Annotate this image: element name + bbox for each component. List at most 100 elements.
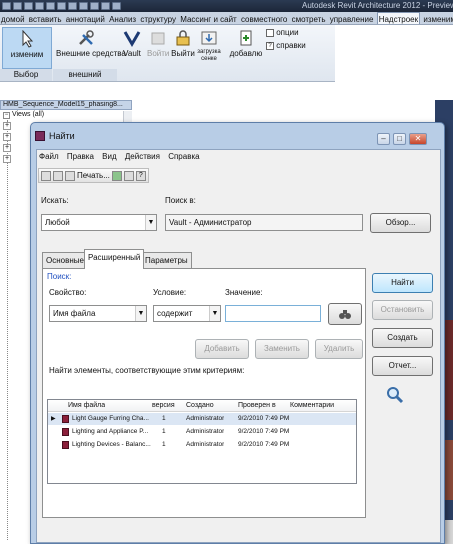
add-criteria-button[interactable]: Добавить [195,339,249,359]
cell-checked-in: 9/2/2010 7:49 PM [238,415,290,422]
cell-checked-in: 9/2/2010 7:49 PM [238,441,290,448]
dialog-titlebar: Найти [35,131,75,141]
external-tools-button[interactable]: Внешние средства [56,27,126,69]
table-row[interactable]: Lighting and Appliance P... 1 Administra… [48,426,356,438]
tab-addins[interactable]: Надстроек [376,12,421,24]
search-criteria-link[interactable]: Поиск: [47,272,71,281]
views-node-label: Views (all) [11,111,45,118]
expand-icon[interactable]: + [3,133,11,141]
stop-button[interactable]: Остановить [372,300,433,320]
tab-modify[interactable]: изменим [422,13,453,24]
open-icon[interactable] [41,170,51,181]
tab-analyze[interactable]: Анализ [108,13,137,24]
dialog-body: Файл Правка Вид Действия Справка Печать.… [36,149,441,543]
help-icon[interactable]: ? [135,170,146,181]
close-button[interactable]: ✕ [409,133,427,145]
tab-home[interactable]: домой [0,13,26,24]
menu-edit[interactable]: Правка [67,152,94,161]
options-button[interactable]: опции [266,28,299,38]
vault-icon [123,31,141,47]
property-select[interactable]: Имя файла ▼ [49,305,147,322]
redo-icon[interactable] [35,2,44,10]
tree-node-views[interactable]: − Views (all) [3,111,44,119]
browse-button[interactable]: Обзор... [370,213,431,233]
expand-icon[interactable]: + [3,144,11,152]
modify-button[interactable]: изменим [2,27,52,69]
maximize-button[interactable]: □ [393,133,406,145]
save-icon[interactable] [53,170,63,181]
tab-structure[interactable]: структуру [139,13,177,24]
open-icon[interactable] [2,2,11,10]
condition-select[interactable]: содержит ▼ [153,305,221,322]
column-comments[interactable]: Комментарии [290,400,334,412]
thin-lines-icon[interactable] [101,2,110,10]
help-button[interactable]: ? справки [266,41,306,51]
column-checked-in[interactable]: Проверен в [238,400,276,412]
menu-actions[interactable]: Действия [125,152,160,161]
menu-view[interactable]: Вид [102,152,116,161]
measure-icon[interactable] [46,2,55,10]
login-label: Войти [147,49,170,58]
magnifier-icon [387,387,404,404]
stop-icon[interactable] [123,170,134,181]
replace-criteria-button[interactable]: Заменить [255,339,309,359]
panel-label-select: Выбор [0,69,52,81]
text-icon[interactable] [68,2,77,10]
print-label[interactable]: Печать... [77,171,110,180]
quick-access-toolbar[interactable] [2,1,121,11]
external-tools-label: Внешние средства [56,49,126,58]
vault-button[interactable]: Vault [120,27,144,69]
tab-options[interactable]: Параметры [141,252,192,268]
refresh-icon[interactable] [111,170,122,181]
find-dialog: Найти – □ ✕ Файл Правка Вид Действия Спр… [30,122,445,544]
report-button[interactable]: Отчет... [372,356,433,376]
dialog-toolbar: Печать... ? [38,168,149,183]
find-now-button[interactable]: Найти [372,273,433,293]
remove-criteria-button[interactable]: Удалить [315,339,363,359]
close-hidden-icon[interactable] [112,2,121,10]
look-in-label: Поиск в: [165,196,196,205]
value-picker-button[interactable] [328,303,362,325]
dialog-title: Найти [49,131,75,141]
menu-file[interactable]: Файл [39,152,59,161]
table-row[interactable]: Lighting Devices - Balanc... 1 Administr… [48,439,356,451]
file-icon [62,428,69,436]
look-in-field[interactable]: Vault - Администратор [165,214,363,231]
add-button[interactable]: добавлю [228,27,264,69]
value-input[interactable] [225,305,321,322]
section-icon[interactable] [90,2,99,10]
column-file-name[interactable]: Имя файла [68,400,105,412]
tab-annotate[interactable]: аннотаций [65,13,106,24]
3d-view-icon[interactable] [79,2,88,10]
look-for-select[interactable]: Любой ▼ [41,214,157,231]
lock-icon [176,30,190,46]
login-button[interactable]: Войти [147,27,169,69]
expand-icon[interactable]: + [3,155,11,163]
minimize-button[interactable]: – [377,133,390,145]
tab-view[interactable]: смотреть [291,13,327,24]
cell-created: Administrator [186,415,225,422]
menu-help[interactable]: Справка [168,152,199,161]
save-icon[interactable] [13,2,22,10]
tab-basic[interactable]: Основные [42,252,88,268]
criteria-list[interactable]: Имя файла версия Создано Проверен в Комм… [47,399,357,484]
dimension-icon[interactable] [57,2,66,10]
tab-advanced[interactable]: Расширенный [84,249,145,269]
column-version[interactable]: версия [152,400,175,412]
cell-version: 1 [162,441,166,448]
logout-button[interactable]: Выйти [171,27,195,69]
column-created[interactable]: Создано [186,400,214,412]
tab-massing-site[interactable]: Массинг и сайт [179,13,238,24]
tab-collaborate[interactable]: совместного [240,13,288,24]
expand-icon[interactable]: + [3,122,11,130]
collapse-icon[interactable]: − [3,112,10,119]
undo-icon[interactable] [24,2,33,10]
tab-insert[interactable]: вставить [28,13,63,24]
add-doc-icon [240,30,252,46]
tab-manage[interactable]: управление [329,13,375,24]
new-search-button[interactable]: Создать [372,328,433,348]
print-icon[interactable] [65,170,75,181]
load-button[interactable]: загрузка сенке [196,27,222,69]
help-icon: ? [266,41,274,50]
table-row[interactable]: ▶ Light Gauge Furring Cha... 1 Administr… [48,413,356,425]
